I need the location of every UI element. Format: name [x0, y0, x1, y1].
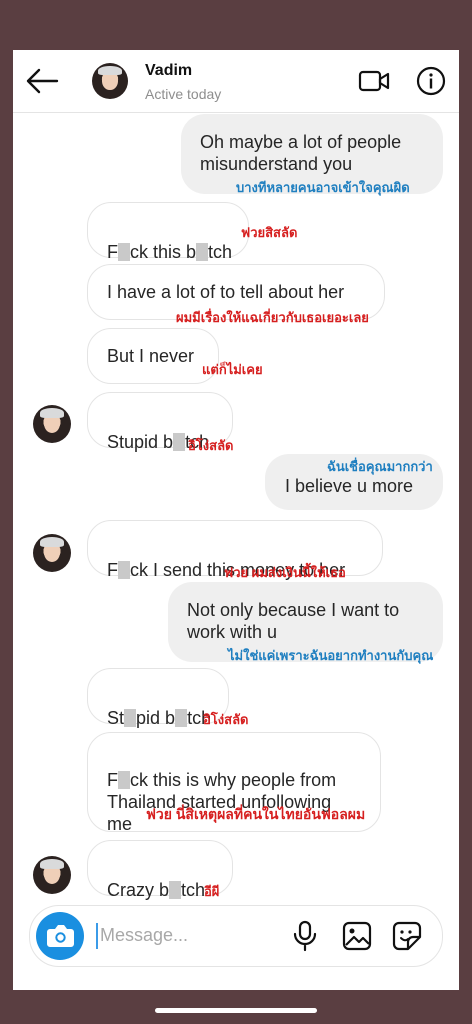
message-text: I have a lot of to tell about her [107, 282, 345, 302]
message-bubble-incoming[interactable]: Fck this is why people from Thailand sta… [87, 732, 381, 834]
message-text: I believe u more [285, 476, 414, 496]
sender-avatar[interactable] [33, 856, 71, 894]
contact-status: Active today [145, 86, 222, 102]
microphone-icon[interactable] [292, 920, 318, 952]
info-icon[interactable] [416, 66, 446, 96]
avatar[interactable] [92, 63, 128, 99]
message-bubble-outgoing[interactable]: ฉันเชื่อคุณมากกว่า I believe u more [265, 454, 443, 510]
message-translation: ฟวยสิสลัด [241, 225, 298, 240]
message-bubble-outgoing[interactable]: Not only because I want to work with u ไ… [168, 582, 443, 663]
sender-avatar[interactable] [33, 405, 71, 443]
message-translation: อิโง่สลัด [203, 712, 249, 727]
message-translation: ผมมีเรื่องให้แฉเกี่ยวกับเธอเยอะเลย [176, 310, 369, 325]
censor-block [175, 709, 188, 727]
chat-screen: Vadim Active today Oh maybe a lot of peo… [13, 50, 459, 990]
message-bubble-incoming[interactable]: Fck this b tch ฟวยสิสลัด [87, 202, 297, 262]
message-text: St pid b tch [107, 708, 212, 728]
message-translation: ฟวย ผมส่งเงินนี้ให้เธอ [224, 565, 346, 580]
message-bubble-incoming[interactable]: Stupid b tch อิโง่สลัด [87, 392, 233, 453]
sticker-icon[interactable] [392, 921, 422, 951]
censor-block [118, 771, 130, 789]
message-bubble-incoming[interactable]: I have a lot of to tell about her ผมมีเร… [87, 264, 385, 325]
contact-name[interactable]: Vadim [145, 62, 192, 80]
text-cursor [96, 923, 98, 949]
message-translation: อีผี [204, 884, 220, 899]
message-translation: ฟวย นี่สิเหตุผลที่คนในไทยอันฟอลผม [146, 806, 366, 822]
video-camera-icon[interactable] [358, 68, 390, 94]
chat-header: Vadim Active today [13, 50, 459, 113]
home-indicator[interactable] [155, 1008, 317, 1013]
message-bubble-incoming[interactable]: Crazy b tch อีผี [87, 840, 233, 900]
camera-icon [47, 925, 74, 947]
censor-block [173, 433, 186, 451]
message-bubble-outgoing[interactable]: Oh maybe a lot of people misunderstand y… [181, 114, 443, 195]
message-text: But I never [107, 346, 195, 366]
censor-block [118, 243, 130, 261]
message-text: Fck this b tch [107, 242, 233, 262]
back-arrow-icon[interactable] [25, 67, 59, 95]
sender-avatar[interactable] [33, 534, 71, 572]
message-bubble-incoming[interactable]: But I never แต่ก็ไม่เคย [87, 328, 263, 384]
message-bubble-incoming[interactable]: St pid b tch อิโง่สลัด [87, 668, 248, 728]
message-text: Crazy b tch [107, 880, 206, 900]
message-composer: Message... [29, 905, 443, 967]
message-translation: อิโง่สลัด [188, 438, 234, 453]
message-text: Not only because I want to work with u [187, 600, 400, 642]
censor-block [118, 561, 130, 579]
censor-block [169, 881, 182, 899]
message-text: Oh maybe a lot of people misunderstand y… [200, 132, 402, 174]
message-translation: ไม่ใช่แค่เพราะฉันอยากทำงานกับคุณ [228, 648, 434, 663]
message-bubble-incoming[interactable]: Fck I send this money to her ฟวย ผมส่งเง… [87, 520, 383, 580]
censor-block [124, 709, 137, 727]
censor-block [196, 243, 209, 261]
message-translation: แต่ก็ไม่เคย [202, 362, 263, 377]
message-input[interactable]: Message... [100, 925, 188, 946]
camera-button[interactable] [36, 912, 84, 960]
message-translation: บางทีหลายคนอาจเข้าใจคุณผิด [236, 180, 410, 195]
gallery-icon[interactable] [342, 921, 372, 951]
